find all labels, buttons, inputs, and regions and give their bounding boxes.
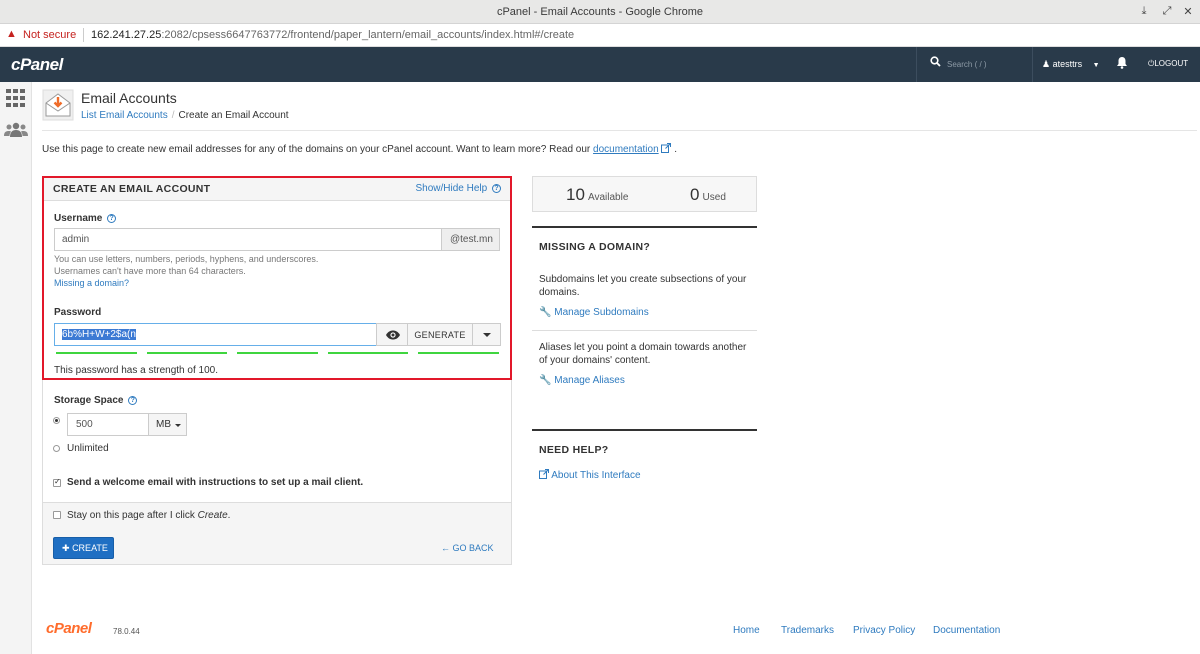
welcome-email-checkbox[interactable]	[53, 477, 61, 487]
create-label: CREATE	[72, 543, 108, 553]
left-sidebar	[0, 82, 32, 654]
aliases-description: Aliases let you point a domain towards a…	[539, 342, 747, 366]
used-label: Used	[702, 192, 726, 203]
url-path: :2082/cpsess6647763772/frontend/paper_la…	[161, 29, 575, 41]
breadcrumb-list-email-accounts[interactable]: List Email Accounts	[81, 110, 168, 121]
username-label: atesttrs	[1052, 59, 1083, 69]
account-stats: 10 Available 0 Used	[532, 176, 757, 212]
manage-subdomains-link[interactable]: 🔧 Manage Subdomains	[539, 307, 649, 318]
arrow-left-icon: ←	[441, 543, 450, 553]
stay-prefix: Stay on this page after I click	[67, 510, 195, 521]
wrench-icon: 🔧	[539, 307, 552, 318]
storage-limited-radio[interactable]	[53, 417, 60, 424]
chevron-down-icon	[175, 424, 181, 427]
search-box[interactable]: Search ( / )	[916, 47, 1033, 82]
documentation-link[interactable]: documentation	[593, 144, 659, 155]
intro-end: .	[674, 144, 677, 155]
grid-icon[interactable]	[6, 89, 26, 107]
storage-space-label: Storage Space ?	[54, 395, 138, 406]
window-titlebar: cPanel - Email Accounts - Google Chrome …	[0, 0, 1200, 24]
storage-quota-input[interactable]: 500	[67, 413, 149, 436]
user-icon: ♟	[1042, 59, 1051, 69]
subdomains-description: Subdomains let you create subsections of…	[539, 274, 747, 298]
top-navbar: cPanel Search ( / ) ♟ atesttrs ▼ ⏻LOGOUT	[0, 47, 1200, 82]
available-label: Available	[587, 192, 629, 203]
user-menu[interactable]: ♟ atesttrs ▼	[1042, 59, 1100, 70]
logout-label: LOGOUT	[1154, 59, 1189, 68]
bell-icon[interactable]	[1116, 56, 1128, 69]
footer-link-home[interactable]: Home	[733, 625, 760, 636]
intro-sentence: Use this page to create new email addres…	[42, 144, 591, 155]
footer-link-documentation[interactable]: Documentation	[933, 625, 1000, 636]
logout-button[interactable]: ⏻LOGOUT	[1148, 59, 1188, 69]
storage-label-text: Storage Space	[54, 395, 124, 406]
intro-text: Use this page to create new email addres…	[42, 143, 677, 155]
plus-icon: ✚	[62, 543, 70, 553]
minimize-icon[interactable]: ⤓	[1137, 5, 1151, 18]
search-icon	[930, 56, 941, 67]
breadcrumb-separator: /	[171, 110, 175, 121]
storage-unlimited-radio[interactable]	[53, 445, 60, 452]
stay-action: Create	[197, 510, 228, 521]
chevron-down-icon: ▼	[1092, 62, 1100, 69]
need-help-heading: NEED HELP?	[539, 444, 609, 456]
manage-aliases-label: Manage Aliases	[554, 375, 625, 386]
url-text[interactable]: 162.241.27.25:2082/cpsess6647763772/fron…	[91, 29, 574, 41]
cpanel-logo[interactable]: cPanel	[11, 55, 63, 75]
need-help-divider	[532, 429, 757, 431]
panel-footer: Stay on this page after I click Create. …	[43, 502, 511, 564]
external-link-icon[interactable]	[661, 143, 672, 153]
storage-unit-dropdown[interactable]: MB	[148, 413, 187, 436]
warning-icon[interactable]: ▲	[6, 28, 17, 40]
stay-suffix: .	[227, 510, 231, 521]
storage-unit-label: MB	[156, 419, 171, 430]
stay-on-page-checkbox[interactable]	[53, 511, 61, 519]
url-host: 162.241.27.25	[91, 29, 162, 41]
question-icon[interactable]: ?	[128, 396, 138, 405]
missing-domain-heading: MISSING A DOMAIN?	[539, 241, 651, 253]
address-separator	[83, 28, 84, 42]
email-accounts-icon	[42, 89, 74, 121]
wrench-icon: 🔧	[539, 375, 552, 386]
header-divider	[42, 130, 1197, 131]
search-placeholder: Search ( / )	[947, 60, 987, 69]
missing-domain-divider	[532, 226, 757, 228]
unlimited-label: Unlimited	[67, 443, 109, 454]
about-interface-label: About This Interface	[551, 470, 641, 481]
highlight-box	[42, 176, 512, 380]
available-count: 10	[566, 185, 585, 204]
maximize-icon[interactable]: ⤢	[1160, 5, 1174, 18]
about-interface-link[interactable]: About This Interface	[539, 469, 641, 481]
breadcrumb: List Email Accounts / Create an Email Acco…	[81, 110, 289, 121]
address-bar[interactable]: ▲ Not secure 162.241.27.25:2082/cpsess66…	[0, 24, 1200, 47]
footer-link-privacy-policy[interactable]: Privacy Policy	[853, 625, 915, 636]
footer-link-trademarks[interactable]: Trademarks	[781, 625, 834, 636]
welcome-email-label: Send a welcome email with instructions t…	[67, 477, 364, 488]
create-button[interactable]: ✚ CREATE	[53, 537, 114, 559]
stay-on-page-label: Stay on this page after I click Create.	[67, 510, 230, 521]
used-count: 0	[690, 185, 700, 204]
used-stat: 0 Used	[690, 185, 726, 205]
go-back-link[interactable]: ← GO BACK	[441, 543, 494, 553]
external-link-icon	[539, 469, 549, 479]
security-label[interactable]: Not secure	[23, 29, 76, 41]
cpanel-version: 78.0.44	[113, 627, 140, 636]
go-back-label: GO BACK	[452, 543, 494, 553]
users-icon[interactable]	[4, 122, 28, 138]
window-title: cPanel - Email Accounts - Google Chrome	[496, 6, 704, 18]
page-title: Email Accounts	[81, 90, 177, 106]
available-stat: 10 Available	[566, 185, 628, 205]
breadcrumb-current: Create an Email Account	[178, 110, 289, 121]
close-icon[interactable]: ✕	[1181, 5, 1195, 18]
aliases-divider	[532, 330, 757, 331]
footer-cpanel-logo[interactable]: cPanel	[46, 620, 92, 637]
manage-aliases-link[interactable]: 🔧 Manage Aliases	[539, 375, 625, 386]
manage-subdomains-label: Manage Subdomains	[554, 307, 649, 318]
